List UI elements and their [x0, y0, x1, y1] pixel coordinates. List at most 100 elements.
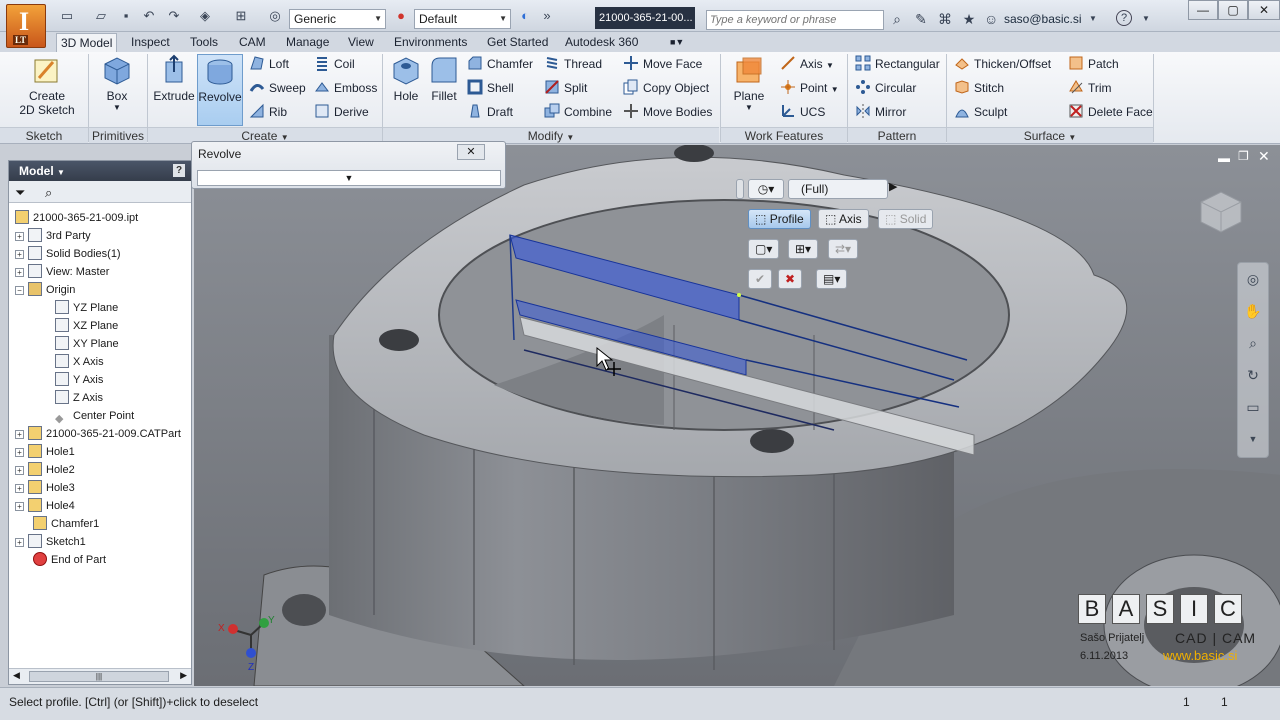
tree-item-hole1[interactable]: + Hole1: [15, 443, 75, 461]
wrench-icon[interactable]: ✎: [912, 10, 930, 28]
tab-3d-model[interactable]: 3D Model: [56, 33, 118, 52]
help-icon[interactable]: ?: [173, 164, 185, 177]
browser-horizontal-scrollbar[interactable]: ◀ ||| ▶: [9, 668, 191, 684]
tab-get-started[interactable]: Get Started: [483, 33, 552, 52]
plane-dropdown-icon[interactable]: ▼: [730, 103, 768, 112]
revolve-dialog-expander[interactable]: ▼: [197, 170, 501, 186]
viewport-minimize-icon[interactable]: ▬: [1218, 151, 1230, 165]
viewcube[interactable]: [1196, 187, 1246, 237]
tree-item-hole4[interactable]: + Hole4: [15, 497, 75, 515]
trim-button[interactable]: Trim: [1068, 78, 1112, 98]
appearance-combo[interactable]: Default ▼: [414, 9, 511, 29]
zoom-icon[interactable]: ⌕: [1238, 327, 1268, 359]
output-type-dropdown[interactable]: ▢▾: [748, 239, 780, 259]
application-menu-button[interactable]: I LT: [6, 4, 46, 48]
expand-icon[interactable]: +: [15, 430, 24, 439]
tree-item-xy-plane[interactable]: XY Plane: [55, 335, 119, 353]
collapse-icon[interactable]: −: [15, 286, 24, 295]
expand-icon[interactable]: +: [15, 268, 24, 277]
operation-dropdown[interactable]: ⊞▾: [788, 239, 819, 259]
tree-item-end-of-part[interactable]: End of Part: [33, 551, 106, 569]
qat-overflow-icon[interactable]: »: [538, 8, 556, 24]
combine-button[interactable]: Combine: [544, 102, 612, 122]
mini-toolbar-grip[interactable]: [736, 179, 744, 199]
tree-item-part[interactable]: 21000-365-21-009.ipt: [15, 209, 138, 227]
redo-icon[interactable]: ↷: [165, 8, 183, 24]
save-icon[interactable]: ▪: [117, 8, 135, 24]
user-name[interactable]: saso@basic.si: [1004, 12, 1082, 26]
viewport-restore-icon[interactable]: ❐: [1238, 149, 1249, 163]
tree-item-hole3[interactable]: + Hole3: [15, 479, 75, 497]
cancel-button[interactable]: ✖: [778, 269, 803, 289]
expand-icon[interactable]: +: [15, 250, 24, 259]
document-tab[interactable]: 21000-365-21-00...: [595, 7, 695, 29]
loft-button[interactable]: Loft: [249, 54, 289, 74]
rectangular-pattern-button[interactable]: Rectangular: [855, 54, 940, 74]
undo-icon[interactable]: ↶: [140, 8, 158, 24]
appearance-icon[interactable]: ●: [392, 8, 410, 24]
viewport-close-icon[interactable]: ✕: [1258, 148, 1270, 165]
move-bodies-button[interactable]: Move Bodies: [623, 102, 712, 122]
orbit-icon[interactable]: ↻: [1238, 359, 1268, 391]
scroll-right-icon[interactable]: ▶: [180, 670, 187, 681]
create-2d-sketch-button[interactable]: Create 2D Sketch: [12, 54, 82, 117]
tree-item-center-point[interactable]: ◆ Center Point: [55, 407, 134, 425]
expand-icon[interactable]: +: [15, 466, 24, 475]
tree-item-solid-bodies[interactable]: + Solid Bodies(1): [15, 245, 121, 263]
revolve-button[interactable]: Revolve: [197, 54, 243, 126]
sweep-button[interactable]: Sweep: [249, 78, 306, 98]
favorites-star-icon[interactable]: ★: [960, 10, 978, 28]
chamfer-button[interactable]: Chamfer: [467, 54, 533, 74]
revolve-dialog-close-button[interactable]: ✕: [457, 144, 485, 160]
tree-item-3rd-party[interactable]: +3rd Party: [15, 227, 91, 245]
filter-icon[interactable]: ⏷: [15, 185, 25, 201]
update-icon[interactable]: ⊞: [232, 8, 250, 24]
tree-item-yz-plane[interactable]: YZ Plane: [55, 299, 118, 317]
open-icon[interactable]: ▱: [92, 8, 110, 24]
expand-icon[interactable]: +: [15, 448, 24, 457]
steering-wheel-icon[interactable]: ◎: [1238, 263, 1268, 295]
help-icon[interactable]: ?: [1116, 10, 1132, 26]
scroll-thumb[interactable]: |||: [29, 671, 169, 682]
minimize-button[interactable]: —: [1188, 0, 1218, 20]
extent-angle-combo[interactable]: (Full): [788, 179, 888, 199]
tree-item-view-master[interactable]: + View: Master: [15, 263, 109, 281]
tree-item-hole2[interactable]: + Hole2: [15, 461, 75, 479]
emboss-button[interactable]: Emboss: [314, 78, 377, 98]
user-dropdown-icon[interactable]: ▼: [1084, 10, 1102, 28]
tab-tools[interactable]: Tools: [186, 33, 222, 52]
copy-object-button[interactable]: Copy Object: [623, 78, 709, 98]
help-dropdown-icon[interactable]: ▼: [1137, 10, 1155, 28]
ucs-button[interactable]: UCS: [780, 102, 825, 122]
tab-view[interactable]: View: [344, 33, 378, 52]
material-combo[interactable]: Generic ▼: [289, 9, 386, 29]
thread-button[interactable]: Thread: [544, 54, 602, 74]
find-binoculars-icon[interactable]: ⌕: [45, 185, 52, 201]
derive-button[interactable]: Derive: [314, 102, 369, 122]
tree-item-origin[interactable]: − Origin: [15, 281, 75, 299]
tab-manage[interactable]: Manage: [282, 33, 333, 52]
close-button[interactable]: ✕: [1248, 0, 1280, 20]
draft-button[interactable]: Draft: [467, 102, 513, 122]
navbar-dropdown-icon[interactable]: ▼: [1238, 423, 1268, 455]
fillet-button[interactable]: Fillet: [428, 54, 460, 103]
tab-autodesk-360[interactable]: Autodesk 360: [561, 33, 642, 52]
axis-button[interactable]: Axis ▼: [780, 54, 834, 74]
hole-button[interactable]: Hole: [388, 54, 424, 103]
plane-button[interactable]: Plane ▼: [730, 54, 768, 112]
clear-appearance-icon[interactable]: ◐: [516, 8, 534, 24]
expand-icon[interactable]: +: [15, 538, 24, 547]
apply-arrow-icon[interactable]: ▶: [889, 180, 897, 193]
tree-item-chamfer1[interactable]: Chamfer1: [33, 515, 99, 533]
point-button[interactable]: Point ▼: [780, 78, 839, 98]
tree-item-y-axis[interactable]: Y Axis: [55, 371, 103, 389]
subscription-icon[interactable]: ⌘: [936, 10, 954, 28]
tab-inspect[interactable]: Inspect: [127, 33, 174, 52]
return-icon[interactable]: ◈: [196, 8, 214, 24]
tree-item-z-axis[interactable]: Z Axis: [55, 389, 103, 407]
sculpt-button[interactable]: Sculpt: [954, 102, 1007, 122]
box-button[interactable]: Box ▼: [94, 54, 140, 112]
expand-icon[interactable]: +: [15, 502, 24, 511]
chevron-down-icon[interactable]: ▼: [57, 168, 65, 177]
axis-selector-button[interactable]: ⬚ Axis: [818, 209, 869, 229]
